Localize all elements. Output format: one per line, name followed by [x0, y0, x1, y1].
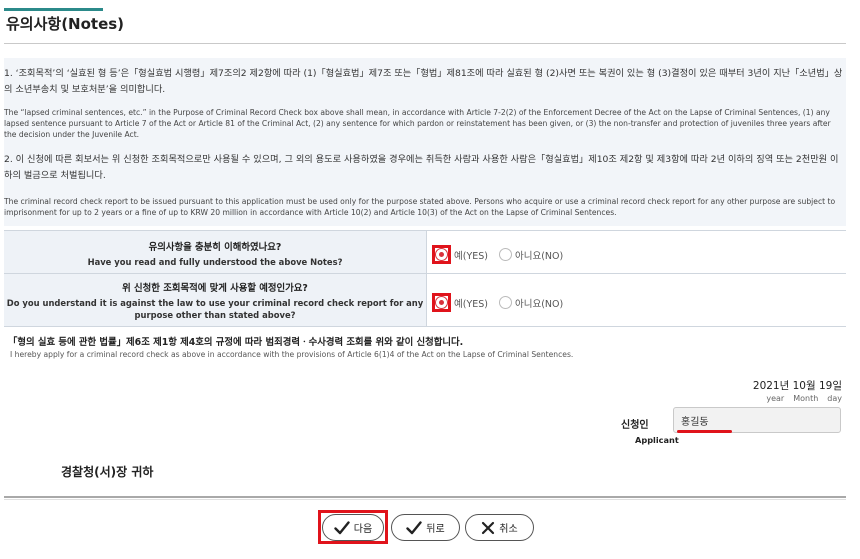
understood-no-label[interactable]: 아니요(NO) — [515, 248, 563, 262]
question-1-korean: 유의사항을 충분히 이해하였나요? — [148, 242, 282, 253]
application-statement-english: I hereby apply for a criminal record che… — [10, 350, 574, 359]
checkmark-icon — [334, 520, 350, 534]
page-title: 유의사항(Notes) — [6, 15, 125, 33]
question-cell: 유의사항을 충분히 이해하였나요? Have you read and full… — [4, 231, 427, 273]
note-1-english: The “lapsed criminal sentences, etc.” in… — [4, 108, 831, 139]
next-button[interactable]: 다음 — [322, 514, 384, 541]
applicant-label-english: Applicant — [635, 435, 679, 445]
purpose-no-label[interactable]: 아니요(NO) — [515, 296, 563, 310]
confirmation-table: 유의사항을 충분히 이해하였나요? Have you read and full… — [4, 230, 846, 327]
cancel-button[interactable]: 취소 — [465, 514, 534, 541]
header-accent-bar — [4, 8, 103, 11]
purpose-yes-radio[interactable] — [435, 296, 448, 309]
question-2-korean: 위 신청한 조회목적에 맞게 사용할 예정인가요? — [122, 283, 308, 294]
selection-highlight — [432, 293, 451, 312]
understood-yes-label[interactable]: 예(YES) — [454, 248, 488, 262]
note-1-korean: 1. ‘조회목적’의 ‘실효된 형 등’은「형실효법 시행령」제7조의2 제2항… — [4, 68, 843, 95]
notes-box: 1. ‘조회목적’의 ‘실효된 형 등’은「형실효법 시행령」제7조의2 제2항… — [4, 58, 846, 226]
date-unit-year: year — [766, 394, 785, 403]
checkmark-icon — [406, 520, 422, 534]
purpose-radio-group: 예(YES) 아니요(NO) — [432, 293, 574, 312]
understood-radio-group: 예(YES) 아니요(NO) — [432, 245, 574, 264]
back-button-label: 뒤로 — [426, 524, 445, 535]
divider — [4, 496, 846, 498]
application-statement-korean: 「형의 실효 등에 관한 법률」제6조 제1항 제4호의 규정에 따라 범죄경력… — [8, 337, 464, 348]
question-2-english: Do you understand it is against the law … — [6, 298, 424, 320]
note-2-english: The criminal record check report to be i… — [4, 197, 836, 217]
purpose-yes-label[interactable]: 예(YES) — [454, 296, 488, 310]
note-2-korean: 2. 이 신청에 따른 회보서는 위 신청한 조회목적으로만 사용될 수 있으며… — [4, 154, 839, 181]
notes-header: 유의사항(Notes) — [4, 0, 846, 44]
close-icon — [482, 521, 495, 534]
button-bar: 다음 뒤로 취소 — [0, 510, 860, 544]
confirm-row-purpose: 위 신청한 조회목적에 맞게 사용할 예정인가요? Do you underst… — [4, 274, 846, 327]
next-button-label: 다음 — [353, 524, 373, 535]
question-cell: 위 신청한 조회목적에 맞게 사용할 예정인가요? Do you underst… — [4, 274, 427, 326]
date-unit-month: Month — [793, 394, 819, 403]
question-1-english: Have you read and fully understood the a… — [87, 257, 343, 267]
understood-yes-radio[interactable] — [435, 248, 448, 261]
date-unit-day: day — [827, 394, 842, 403]
cancel-button-label: 취소 — [499, 524, 518, 535]
divider — [4, 499, 846, 500]
applicant-label-korean: 신청인 — [621, 420, 649, 431]
date-units: year Month day — [757, 394, 842, 403]
understood-no-radio[interactable] — [499, 248, 512, 261]
applicant-underline-highlight — [677, 430, 732, 433]
addressee: 경찰청(서)장 귀하 — [61, 465, 154, 479]
back-button[interactable]: 뒤로 — [391, 514, 460, 541]
confirm-row-understood: 유의사항을 충분히 이해하였나요? Have you read and full… — [4, 231, 846, 274]
application-date: 2021년 10월 19일 — [752, 380, 842, 392]
selection-highlight — [432, 245, 451, 264]
purpose-no-radio[interactable] — [499, 296, 512, 309]
